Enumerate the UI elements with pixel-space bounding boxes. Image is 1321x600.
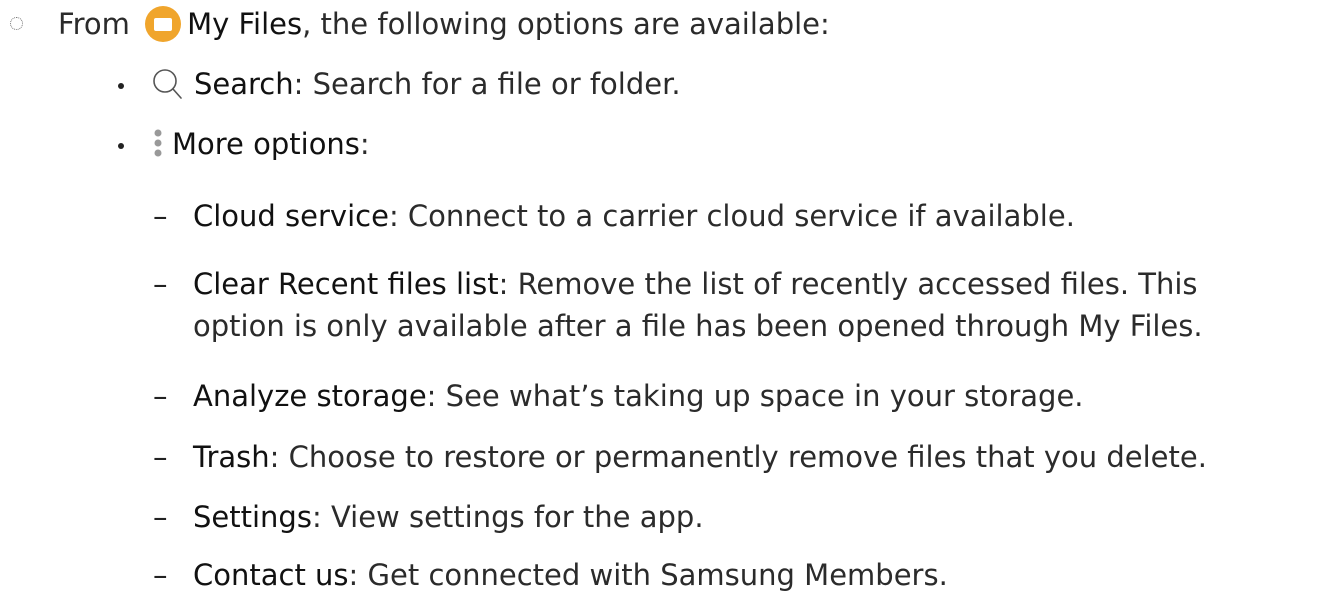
option-term: More options — [172, 127, 360, 161]
intro-prefix: From — [58, 7, 140, 41]
intro-text: From My Files, the following options are… — [58, 4, 830, 44]
bullet-dot — [118, 83, 124, 89]
sub-option-desc: : Choose to restore or permanently remov… — [269, 440, 1207, 474]
sub-option-term: Analyze storage — [193, 379, 427, 413]
sub-option-term: Settings — [193, 500, 312, 534]
sub-option-term: Trash — [193, 440, 270, 474]
intro-suffix: , the following options are available: — [302, 7, 830, 41]
my-files-app-icon — [145, 6, 182, 42]
dash-bullet: – — [153, 379, 168, 413]
dash-bullet: – — [153, 199, 168, 233]
option-desc: : — [359, 127, 370, 161]
dash-bullet: – — [153, 500, 168, 534]
dash-bullet: – — [153, 440, 168, 474]
dash-bullet: – — [153, 558, 168, 592]
sub-option-desc: : Get connected with Samsung Members. — [348, 558, 948, 592]
search-icon — [153, 69, 182, 99]
more-options-icon — [154, 129, 162, 157]
sub-option-desc-continued: option is only available after a file ha… — [193, 309, 1203, 343]
bullet-dot — [118, 143, 124, 149]
app-name: My Files — [187, 7, 303, 41]
sub-option-desc: : See what’s taking up space in your sto… — [426, 379, 1084, 413]
option-desc: : Search for a file or folder. — [293, 67, 681, 101]
sub-option-desc: : Connect to a carrier cloud service if … — [388, 199, 1075, 233]
sub-option-desc: : Remove the list of recently accessed f… — [498, 267, 1198, 301]
sub-option-term: Clear Recent files list — [193, 267, 499, 301]
sub-option-term: Cloud service — [193, 199, 389, 233]
sub-option-desc: : View settings for the app. — [311, 500, 704, 534]
dash-bullet: – — [153, 267, 168, 301]
sub-option-term: Contact us — [193, 558, 349, 592]
option-term: Search — [194, 67, 294, 101]
circle-bullet-icon — [10, 17, 23, 30]
